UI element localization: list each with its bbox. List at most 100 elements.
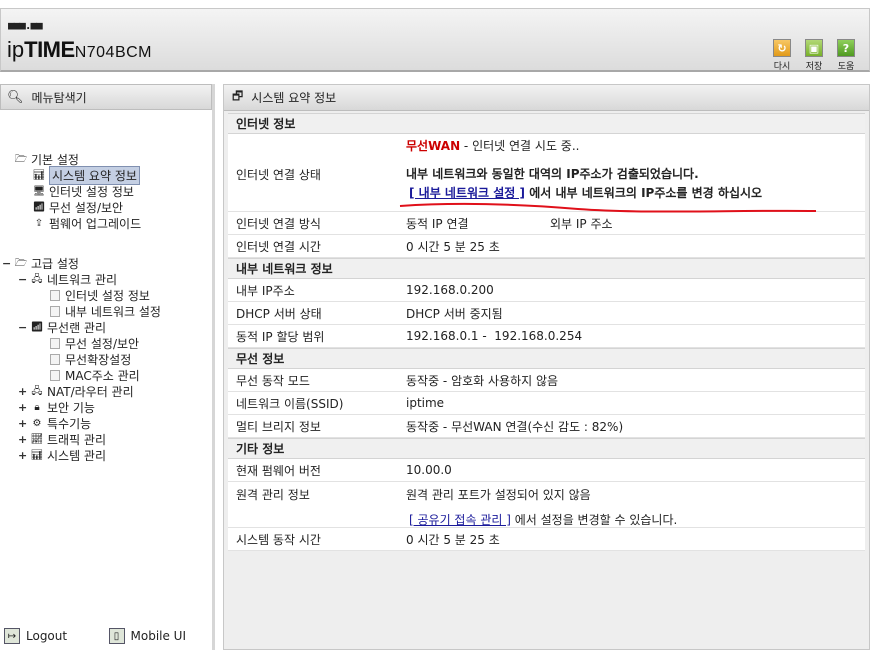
tree-network-management[interactable]: − 🖧 네트워크 관리 (18, 272, 117, 287)
tree-system-management[interactable]: + 📊︎ 시스템 관리 (18, 448, 106, 463)
monitor-icon: 🖥︎ (32, 185, 46, 197)
ssid-row: 네트워크 이름(SSID) iptime (228, 392, 865, 415)
tree-advanced-settings[interactable]: − 🗁 고급 설정 (2, 256, 79, 271)
expand-icon[interactable]: + (18, 433, 27, 446)
ip-conflict-warning: 내부 네트워크와 동일한 대역의 IP주소가 검출되었습니다. (406, 167, 699, 181)
collapse-icon[interactable]: − (2, 257, 11, 270)
page-icon (48, 353, 62, 366)
router-icon: 🖧 (31, 385, 43, 397)
mobile-ui-button[interactable]: ▯ Mobile UI (108, 628, 186, 644)
internet-status-label: 인터넷 연결 상태 (236, 168, 321, 182)
help-label: 도움 (837, 62, 855, 72)
upgrade-icon: ⇪ (34, 217, 44, 229)
tree-security[interactable]: + 🔒︎ 보안 기능 (18, 400, 95, 415)
window-icon: 🗗 (232, 89, 244, 103)
help-icon: ? (837, 39, 855, 57)
traffic-chart-icon: 📈︎ (30, 433, 44, 445)
tools-icon: ⚙ (32, 417, 42, 429)
tree-item-system-summary[interactable]: 📊︎ 시스템 요약 정보 (32, 166, 140, 185)
tree-item-mac-management[interactable]: MAC주소 관리 (48, 368, 140, 383)
page-icon (48, 289, 62, 302)
section-lan: 내부 네트워크 정보 (228, 258, 865, 279)
expand-icon[interactable]: + (18, 417, 27, 430)
collapse-icon[interactable]: − (18, 273, 27, 286)
method-value: 동적 IP 연결 (406, 216, 469, 231)
logo-dots: ■■■.■■ (8, 19, 43, 32)
folder-icon: 🗁 (14, 153, 28, 165)
save-icon: ▣ (805, 39, 823, 57)
header-buttons: ↻ 다시 ▣ 저장 ? 도움 (771, 39, 857, 72)
save-button[interactable]: ▣ 저장 (803, 39, 825, 72)
logo-model: N704BCM (74, 44, 152, 61)
uptime-row: 시스템 동작 시간 0 시간 5 분 25 초 (228, 528, 865, 551)
iptime-logo: ipTIMEN704BCM (7, 37, 152, 63)
menu-sidebar: 🔍︎ 메뉴탐색기 🗁 기본 설정 📊︎ 시스템 요약 정보 🖥︎ 인터넷 설정 … (0, 84, 215, 650)
tree-nat-router[interactable]: + 🖧 NAT/라우터 관리 (18, 384, 134, 399)
system-icon: 📊︎ (30, 449, 44, 461)
tree-item-lan-settings[interactable]: 내부 네트워크 설정 (48, 304, 161, 319)
wireless-icon: 📶︎ (32, 201, 46, 213)
tree-item-wireless-security[interactable]: 📶︎ 무선 설정/보안 (32, 200, 123, 215)
tree-item-internet-info[interactable]: 🖥︎ 인터넷 설정 정보 (32, 184, 134, 199)
lan-settings-link[interactable]: [ 내부 네트워크 설정 ] (409, 186, 525, 200)
internet-method-row: 인터넷 연결 방식 동적 IP 연결 외부 IP 주소 (228, 212, 865, 235)
logout-button[interactable]: ↦ Logout (4, 628, 67, 644)
logo-ip: ip (7, 37, 25, 62)
tree-special-features[interactable]: + ⚙ 특수기능 (18, 416, 91, 431)
remote-access-link[interactable]: [ 공유기 접속 관리 ] (409, 513, 511, 527)
top-header: ■■■.■■ ipTIMEN704BCM ↻ 다시 ▣ 저장 ? 도움 (0, 8, 870, 72)
summary-table: 인터넷 정보 인터넷 연결 상태 무선WAN - 인터넷 연결 시도 중.. 내… (228, 113, 865, 551)
lan-ip-row: 내부 IP주소 192.168.0.200 (228, 279, 865, 302)
wireless-mode-value: 동작중 - 암호화 사용하지 않음 (406, 373, 559, 388)
expand-icon[interactable]: + (18, 449, 27, 462)
main-header: 🗗 시스템 요약 정보 (224, 85, 869, 111)
external-ip-label: 외부 IP 주소 (550, 216, 613, 231)
wireless-icon: 📶︎ (30, 321, 44, 333)
page-title: 시스템 요약 정보 (251, 91, 337, 105)
dhcp-row: DHCP 서버 상태 DHCP 서버 중지됨 (228, 302, 865, 325)
tree-basic-settings[interactable]: 🗁 기본 설정 (14, 152, 79, 167)
expand-icon[interactable]: + (18, 385, 27, 398)
internet-status-value: 무선WAN - 인터넷 연결 시도 중.. 내부 네트워크와 동일한 대역의 I… (406, 139, 763, 200)
wireless-mode-row: 무선 동작 모드 동작중 - 암호화 사용하지 않음 (228, 369, 865, 392)
save-label: 저장 (805, 62, 823, 72)
expand-icon[interactable]: + (18, 401, 27, 414)
tree-item-firmware-upgrade[interactable]: ⇪ 펌웨어 업그레이드 (32, 216, 141, 231)
dhcp-range-value: 192.168.0.1 - 192.168.0.254 (406, 329, 583, 343)
redo-button[interactable]: ↻ 다시 (771, 39, 793, 72)
collapse-icon[interactable]: − (18, 321, 27, 334)
tree-item-wireless-extend[interactable]: 무선확장설정 (48, 352, 131, 367)
dhcp-range-row: 동적 IP 할당 범위 192.168.0.1 - 192.168.0.254 (228, 325, 865, 348)
tree-traffic[interactable]: + 📈︎ 트래픽 관리 (18, 432, 106, 447)
bridge-row: 멀티 브리지 정보 동작중 - 무선WAN 연결(수신 감도 : 82%) (228, 415, 865, 438)
logo-time: TIME (24, 37, 75, 62)
lan-ip-value: 192.168.0.200 (406, 283, 494, 297)
internet-time-row: 인터넷 연결 시간 0 시간 5 분 25 초 (228, 235, 865, 258)
internet-time-value: 0 시간 5 분 25 초 (406, 239, 500, 254)
help-button[interactable]: ? 도움 (835, 39, 857, 72)
section-etc: 기타 정보 (228, 438, 865, 459)
internet-status-row: 인터넷 연결 상태 무선WAN - 인터넷 연결 시도 중.. 내부 네트워크와… (228, 134, 865, 212)
bridge-value: 동작중 - 무선WAN 연결(수신 감도 : 82%) (406, 419, 624, 434)
section-wireless: 무선 정보 (228, 348, 865, 369)
sidebar-header: 🔍︎ 메뉴탐색기 (0, 84, 212, 110)
redo-icon: ↻ (773, 39, 791, 57)
mobile-icon: ▯ (108, 628, 125, 644)
lock-icon: 🔒︎ (34, 401, 40, 413)
network-icon: 🖧 (31, 273, 43, 285)
tree-item-wireless-security-adv[interactable]: 무선 설정/보안 (48, 336, 139, 351)
tree-wireless-management[interactable]: − 📶︎ 무선랜 관리 (18, 320, 106, 335)
page-icon (48, 369, 62, 382)
page-icon (48, 305, 62, 318)
section-internet: 인터넷 정보 (228, 113, 865, 134)
firmware-row: 현재 펌웨어 버전 10.00.0 (228, 459, 865, 482)
dhcp-value: DHCP 서버 중지됨 (406, 306, 503, 321)
remote-value: 원격 관리 포트가 설정되어 있지 않음 (406, 488, 591, 502)
tree-item-internet-settings[interactable]: 인터넷 설정 정보 (48, 288, 150, 303)
folder-icon: 🗁 (14, 257, 28, 269)
main-panel: 🗗 시스템 요약 정보 인터넷 정보 인터넷 연결 상태 무선WAN - 인터넷… (223, 84, 870, 650)
firmware-value: 10.00.0 (406, 463, 452, 477)
sidebar-title: 메뉴탐색기 (31, 90, 87, 105)
remote-row: 원격 관리 정보 원격 관리 포트가 설정되어 있지 않음 [ 공유기 접속 관… (228, 482, 865, 528)
page-icon (48, 337, 62, 350)
